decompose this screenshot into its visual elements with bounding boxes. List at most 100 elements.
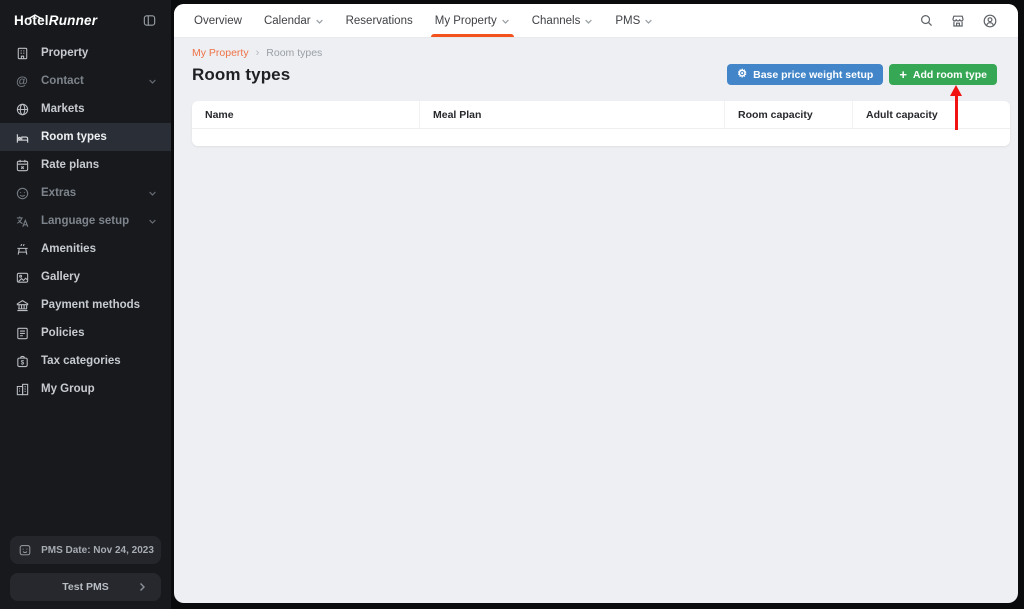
tab-overview[interactable]: Overview [183,4,253,37]
tab-reservations[interactable]: Reservations [335,4,424,37]
tab-label: Calendar [264,15,311,27]
sidebar-item-label: Language setup [41,215,129,227]
sidebar-item-label: Room types [41,131,107,143]
sidebar: HotelRunner Property @ Contact Markets Room … [0,0,171,609]
brand-roof-icon [27,8,43,23]
tax-icon: $ [14,354,30,369]
gears-icon: ⚙ [737,69,747,80]
column-header-adult-capacity: Adult capacity [853,101,1010,128]
globe-icon [14,102,30,117]
account-icon[interactable] [982,13,998,29]
at-icon: @ [14,75,30,87]
tab-label: My Property [435,15,497,27]
page-content: My Property › Room types Room types ⚙ Ba… [174,38,1018,146]
sidebar-item-language-setup[interactable]: Language setup [0,207,171,235]
translate-icon [14,214,30,229]
sidebar-item-label: Contact [41,75,84,87]
room-types-table: NameMeal PlanRoom capacityAdult capacity [192,101,1010,146]
column-header-room-capacity: Room capacity [725,101,853,128]
table-header-row: NameMeal PlanRoom capacityAdult capacity [192,101,1010,129]
sidebar-item-property[interactable]: Property [0,39,171,67]
breadcrumb: My Property › Room types [192,47,1010,59]
sidebar-item-room-types[interactable]: Room types [0,123,171,151]
sidebar-item-extras[interactable]: Extras [0,179,171,207]
sidebar-item-label: Amenities [41,243,96,255]
chevron-down-icon [148,189,157,198]
tab-my-property[interactable]: My Property [424,4,521,37]
tab-label: Overview [194,15,242,27]
bed-icon [14,130,30,145]
topbar-icons [919,4,998,37]
sidebar-collapse-icon[interactable] [142,13,157,28]
brand-logo: HotelRunner [14,13,97,28]
document-icon [14,326,30,341]
sidebar-item-label: Payment methods [41,299,140,311]
sidebar-item-label: Property [41,47,88,59]
chevron-down-icon [584,17,593,26]
sidebar-item-markets[interactable]: Markets [0,95,171,123]
sidebar-item-label: Gallery [41,271,80,283]
main-card: Overview Calendar Reservations My Property C… [174,4,1018,603]
page-actions: ⚙ Base price weight setup + Add room typ… [727,64,997,85]
breadcrumb-parent[interactable]: My Property [192,47,249,59]
add-room-type-label: Add room type [913,69,987,81]
sidebar-item-label: Extras [41,187,76,199]
breadcrumb-separator: › [256,47,260,59]
sidebar-item-my-group[interactable]: My Group [0,375,171,403]
amenity-icon [14,242,30,257]
tab-pms[interactable]: PMS [604,4,664,37]
calendar-smiley-icon [17,543,33,557]
title-row: Room types ⚙ Base price weight setup + A… [192,64,1010,85]
tab-label: Channels [532,15,581,27]
search-icon[interactable] [919,13,934,28]
breadcrumb-current: Room types [266,47,322,59]
sidebar-item-payment-methods[interactable]: Payment methods [0,291,171,319]
top-navigation: Overview Calendar Reservations My Property C… [174,4,1018,38]
column-header-meal-plan: Meal Plan [420,101,725,128]
test-pms-label: Test PMS [62,581,108,593]
smiley-icon [14,186,30,201]
base-price-weight-setup-label: Base price weight setup [753,69,873,81]
chevron-down-icon [501,17,510,26]
sidebar-item-label: Markets [41,103,84,115]
test-pms-button[interactable]: Test PMS [10,573,161,601]
chevron-down-icon [148,77,157,86]
sidebar-item-label: Tax categories [41,355,121,367]
tab-channels[interactable]: Channels [521,4,605,37]
tab-calendar[interactable]: Calendar [253,4,335,37]
sidebar-item-rate-plans[interactable]: Rate plans [0,151,171,179]
chevron-down-icon [148,217,157,226]
sidebar-item-contact[interactable]: @ Contact [0,67,171,95]
sidebar-item-policies[interactable]: Policies [0,319,171,347]
add-room-type-button[interactable]: + Add room type [889,64,997,85]
store-icon[interactable] [950,13,966,29]
sidebar-item-label: Rate plans [41,159,99,171]
base-price-weight-setup-button[interactable]: ⚙ Base price weight setup [727,64,883,85]
brand-part2: Runner [49,13,97,28]
table-empty-row [192,129,1010,146]
bank-icon [14,298,30,313]
sidebar-nav: Property @ Contact Markets Room types Rate pl… [0,39,171,403]
pms-date-badge: PMS Date: Nov 24, 2023 [10,536,161,564]
building-icon [14,46,30,61]
calendar-icon [14,158,30,173]
sidebar-logo-row: HotelRunner [0,0,171,36]
chevron-down-icon [644,17,653,26]
tab-label: PMS [615,15,640,27]
sidebar-item-gallery[interactable]: Gallery [0,263,171,291]
column-header-name: Name [192,101,420,128]
svg-text:$: $ [20,359,24,366]
pms-date-label: PMS Date: Nov 24, 2023 [41,545,154,556]
sidebar-item-amenities[interactable]: Amenities [0,235,171,263]
plus-icon: + [899,68,907,81]
page-title: Room types [192,65,290,85]
chevron-right-icon [137,582,147,592]
sidebar-item-label: My Group [41,383,95,395]
sidebar-item-label: Policies [41,327,84,339]
sidebar-item-tax-categories[interactable]: $ Tax categories [0,347,171,375]
image-icon [14,270,30,285]
chevron-down-icon [315,17,324,26]
group-building-icon [14,382,30,397]
sidebar-bottom: PMS Date: Nov 24, 2023 Test PMS [10,536,161,601]
tab-label: Reservations [346,15,413,27]
